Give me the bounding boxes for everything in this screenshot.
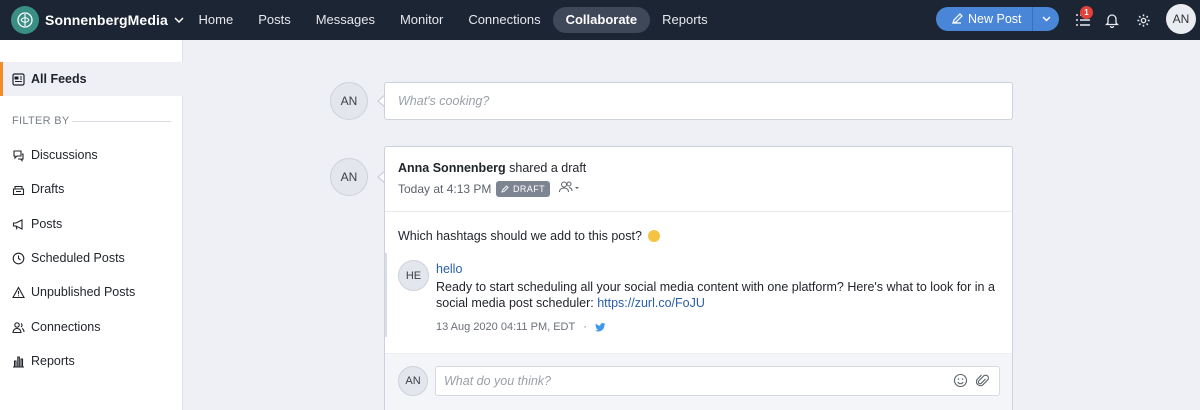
new-post-button[interactable]: New Post	[936, 7, 1032, 31]
quote-bar	[385, 253, 387, 337]
post-card: Anna Sonnenberg shared a draft Today at …	[384, 146, 1013, 410]
twitter-icon	[594, 322, 606, 331]
chevron-down-icon	[1042, 16, 1050, 22]
post-author-avatar: AN	[330, 158, 368, 196]
post-question: Which hashtags should we add to this pos…	[398, 229, 642, 243]
nav-messages[interactable]: Messages	[303, 7, 387, 33]
new-post-button-group: New Post	[936, 7, 1059, 31]
connections-icon	[12, 321, 25, 333]
emoji-picker-icon[interactable]	[953, 373, 968, 388]
nav-collaborate[interactable]: Collaborate	[553, 7, 650, 33]
top-bar: SonnenbergMedia Home Posts Messages Moni…	[0, 0, 1200, 40]
pencil-icon	[952, 13, 963, 24]
nav-connections[interactable]: Connections	[456, 7, 553, 33]
sidebar-item-label: Unpublished Posts	[31, 285, 136, 299]
new-post-label: New Post	[968, 12, 1022, 26]
sidebar-item-label: Connections	[31, 320, 101, 334]
warning-icon	[12, 285, 25, 298]
reply-input[interactable]: What do you think?	[435, 366, 1000, 396]
new-post-dropdown-button[interactable]	[1032, 7, 1059, 31]
user-avatar[interactable]: AN	[1166, 4, 1196, 34]
sidebar-item-drafts[interactable]: Drafts	[12, 182, 64, 196]
filter-heading: FILTER BY	[12, 115, 70, 127]
reply-avatar: AN	[398, 366, 428, 396]
meta-separator: ·	[583, 321, 587, 333]
post-divider	[385, 211, 1012, 212]
brand-logo-icon	[11, 6, 39, 34]
sidebar-item-reports[interactable]: Reports	[12, 354, 75, 368]
brand-name: SonnenbergMedia	[45, 12, 168, 28]
feeds-icon	[12, 72, 25, 86]
filter-divider	[72, 121, 171, 122]
sidebar-item-discussions[interactable]: Discussions	[12, 148, 98, 162]
quoted-body: Ready to start scheduling all your socia…	[436, 279, 996, 311]
megaphone-icon	[12, 218, 23, 230]
share-audience-icon[interactable]	[558, 180, 580, 199]
sidebar-item-all-feeds[interactable]: All Feeds	[0, 62, 183, 96]
nav-reports[interactable]: Reports	[650, 7, 721, 33]
clock-icon	[12, 252, 25, 264]
discussions-icon	[13, 149, 24, 162]
notification-count-badge: 1	[1080, 6, 1093, 19]
compose-input[interactable]: What's cooking?	[384, 82, 1013, 120]
nav-posts[interactable]: Posts	[246, 7, 304, 33]
composer-avatar: AN	[330, 82, 368, 120]
main-nav: Home Posts Messages Monitor Connections …	[186, 0, 720, 40]
attachment-icon[interactable]	[976, 373, 989, 388]
post-author-name[interactable]: Anna Sonnenberg	[398, 161, 506, 175]
sidebar: All Feeds FILTER BY Discussions Drafts P…	[0, 40, 183, 410]
draft-status-badge: DRAFT	[496, 181, 550, 197]
sidebar-item-scheduled-posts[interactable]: Scheduled Posts	[12, 251, 125, 265]
post-message: Which hashtags should we add to this pos…	[398, 229, 661, 243]
reply-actions	[945, 373, 989, 388]
bell-icon[interactable]	[1102, 10, 1122, 30]
post-time: Today at 4:13 PM	[398, 182, 492, 196]
sidebar-item-label: All Feeds	[31, 72, 87, 86]
sidebar-item-label: Scheduled Posts	[31, 251, 125, 265]
gear-icon[interactable]	[1133, 10, 1153, 30]
quoted-avatar: HE	[398, 260, 429, 291]
sidebar-item-label: Posts	[31, 217, 63, 231]
quoted-link[interactable]: https://zurl.co/FoJU	[597, 296, 705, 310]
sidebar-item-label: Reports	[31, 354, 75, 368]
pencil-icon	[501, 185, 509, 193]
nav-monitor[interactable]: Monitor	[387, 7, 455, 33]
quoted-timestamp: 13 Aug 2020 04:11 PM, EDT	[436, 321, 576, 333]
drafts-icon	[12, 185, 25, 195]
smile-emoji-icon	[648, 230, 661, 242]
post-header: Anna Sonnenberg shared a draft	[398, 161, 586, 175]
quoted-title[interactable]: hello	[436, 262, 462, 276]
sidebar-item-posts[interactable]: Posts	[12, 217, 62, 231]
sidebar-item-label: Discussions	[31, 148, 98, 162]
quoted-meta: 13 Aug 2020 04:11 PM, EDT ·	[436, 321, 606, 333]
brand-switcher[interactable]: SonnenbergMedia	[0, 0, 186, 40]
chevron-down-icon	[174, 17, 184, 23]
nav-home[interactable]: Home	[186, 7, 246, 33]
sidebar-item-unpublished-posts[interactable]: Unpublished Posts	[12, 285, 135, 299]
reply-placeholder: What do you think?	[444, 374, 552, 388]
sidebar-item-label: Drafts	[31, 182, 65, 196]
sidebar-item-connections[interactable]: Connections	[12, 320, 101, 334]
draft-status-label: DRAFT	[513, 184, 545, 194]
quoted-body-text: Ready to start scheduling all your socia…	[436, 280, 995, 310]
reply-section: AN What do you think?	[385, 353, 1012, 410]
bar-chart-icon	[13, 355, 24, 368]
post-action: shared a draft	[509, 161, 587, 175]
